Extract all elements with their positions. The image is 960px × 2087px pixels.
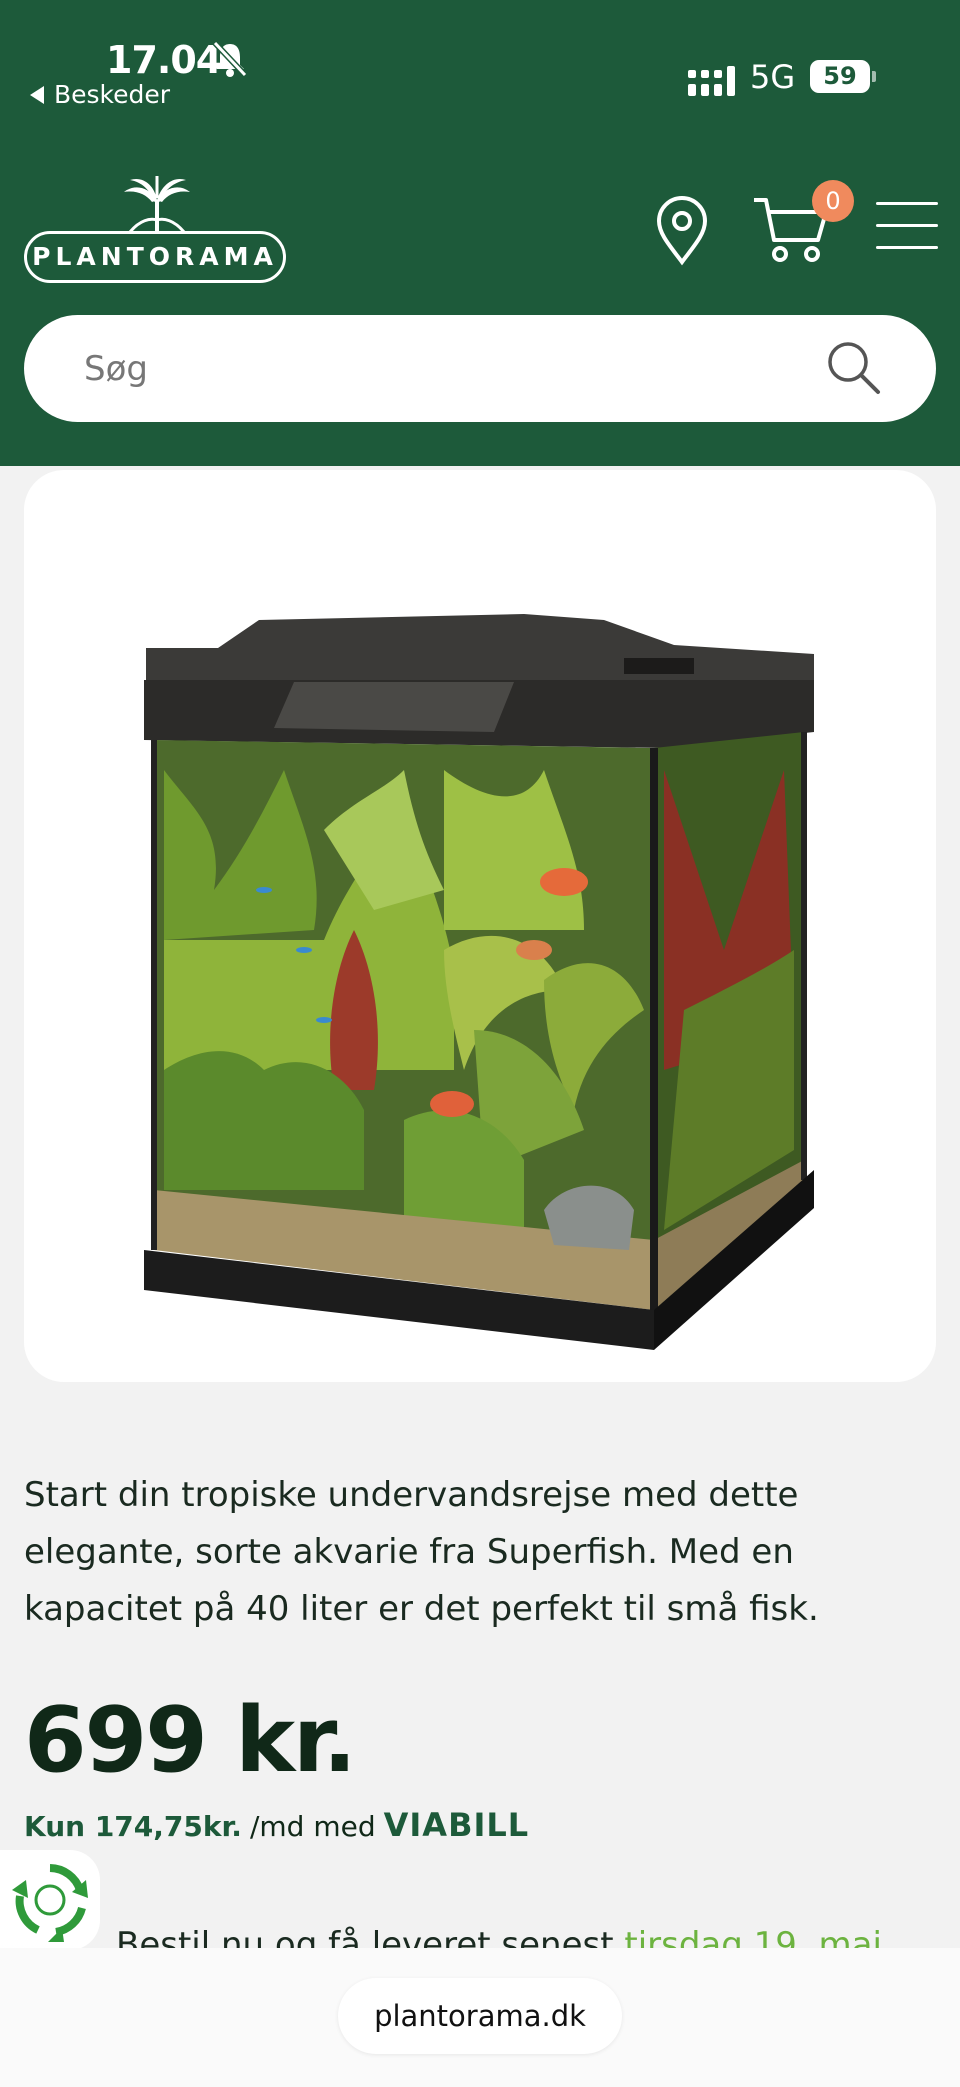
product-price: 699 kr. bbox=[24, 1688, 357, 1793]
palm-logo-icon bbox=[124, 176, 190, 232]
status-time: 17.04 bbox=[106, 38, 222, 82]
network-label: 5G bbox=[750, 58, 796, 96]
search-input[interactable]: Søg bbox=[24, 315, 936, 422]
bell-muted-icon bbox=[212, 40, 248, 78]
browser-url-bar[interactable]: plantorama.dk bbox=[338, 1978, 622, 2054]
location-pin-icon[interactable] bbox=[654, 196, 710, 266]
product-description: Start din tropiske undervandsrejse med d… bbox=[24, 1475, 819, 1629]
installment-amount: Kun 174,75kr. bbox=[24, 1810, 242, 1843]
back-arrow-icon bbox=[30, 85, 44, 104]
cart-count-badge[interactable]: 0 bbox=[812, 180, 854, 222]
signal-icon bbox=[688, 66, 735, 96]
plantorama-logo[interactable]: PLANTORAMA bbox=[24, 176, 286, 284]
product-image-card[interactable] bbox=[24, 470, 936, 1382]
battery-indicator: 59 bbox=[810, 60, 870, 93]
installment-suffix: /md med bbox=[249, 1810, 376, 1843]
search-icon[interactable] bbox=[826, 340, 882, 396]
back-label: Beskeder bbox=[54, 80, 171, 109]
search-placeholder: Søg bbox=[84, 349, 148, 389]
back-to-messages-link[interactable]: Beskeder bbox=[30, 80, 170, 109]
logo-text: PLANTORAMA bbox=[24, 231, 286, 283]
installment-info[interactable]: Kun 174,75kr. /md med VIABILL bbox=[24, 1806, 529, 1844]
viabill-logo: VIABILL bbox=[383, 1806, 530, 1844]
recycle-icon bbox=[12, 1864, 88, 1942]
hamburger-menu-icon[interactable] bbox=[876, 202, 938, 254]
recycle-widget[interactable] bbox=[0, 1850, 100, 1950]
battery-tip bbox=[872, 71, 876, 82]
aquarium-product-image bbox=[144, 614, 814, 1350]
